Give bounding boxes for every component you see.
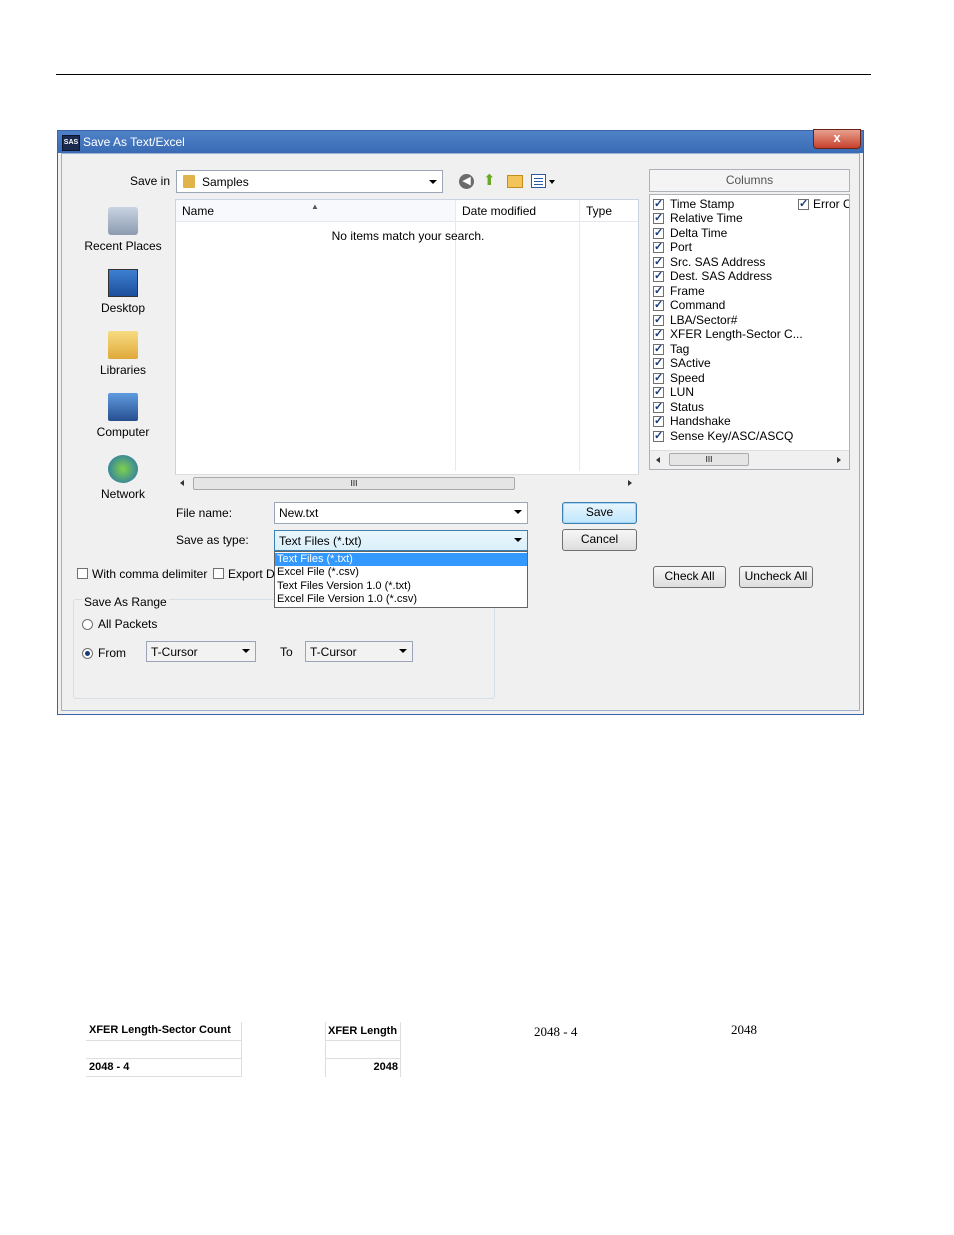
- recent-places-icon: [108, 207, 138, 235]
- type-option[interactable]: Text Files Version 1.0 (*.txt): [275, 580, 527, 593]
- scroll-thumb[interactable]: III: [193, 477, 515, 490]
- table1-rule: [86, 1076, 242, 1077]
- chevron-down-icon[interactable]: [514, 538, 522, 542]
- save-in-dropdown[interactable]: Samples: [176, 170, 443, 193]
- place-label: Recent Places: [84, 239, 162, 253]
- column-header-type[interactable]: Type: [580, 200, 638, 222]
- type-option[interactable]: Text Files (*.txt): [275, 553, 527, 566]
- scroll-right-icon[interactable]: [837, 457, 841, 463]
- scroll-left-icon[interactable]: [180, 480, 184, 486]
- place-label: Network: [100, 487, 145, 501]
- column-header-date-modified[interactable]: Date modified: [456, 200, 580, 222]
- columns-header: Columns: [649, 169, 850, 192]
- place-recent-places[interactable]: Recent Places: [75, 207, 171, 253]
- save-button[interactable]: Save: [562, 502, 637, 524]
- table1-value: 2048 - 4: [89, 1061, 130, 1073]
- new-folder-icon[interactable]: [507, 175, 523, 188]
- from-value: T-Cursor: [151, 645, 198, 659]
- from-dropdown[interactable]: T-Cursor: [146, 641, 256, 662]
- save-in-label: Save in: [130, 174, 171, 188]
- save-as-range-title: Save As Range: [82, 595, 169, 609]
- all-packets-radio[interactable]: [82, 619, 93, 630]
- file-name-input[interactable]: New.txt: [274, 502, 528, 524]
- save-in-value: Samples: [202, 175, 249, 189]
- desktop-icon: [108, 269, 138, 297]
- cancel-button[interactable]: Cancel: [562, 529, 637, 551]
- place-computer[interactable]: Computer: [75, 393, 171, 439]
- view-chevron-icon[interactable]: [549, 180, 555, 184]
- table2-header: XFER Length: [328, 1025, 398, 1037]
- view-menu-icon[interactable]: [531, 174, 546, 188]
- to-dropdown[interactable]: T-Cursor: [305, 641, 413, 662]
- all-packets-label: All Packets: [98, 617, 158, 631]
- libraries-icon: [108, 331, 138, 359]
- top-rule: [56, 74, 871, 75]
- chevron-down-icon[interactable]: [514, 510, 522, 514]
- to-label: To: [280, 645, 293, 659]
- save-as-type-options: Text Files (*.txt) Excel File (*.csv) Te…: [274, 551, 528, 608]
- place-label: Desktop: [100, 301, 146, 315]
- columns-list[interactable]: Time Stamp Error O Relative Time Delta T…: [649, 194, 850, 470]
- chevron-down-icon: [429, 180, 437, 184]
- place-label: Libraries: [99, 363, 147, 377]
- table2-rule: [325, 1040, 401, 1041]
- export-checkbox[interactable]: [213, 568, 224, 579]
- place-libraries[interactable]: Libraries: [75, 331, 171, 377]
- table2-value: 2048: [373, 1061, 398, 1073]
- dialog-title: Save As Text/Excel: [83, 135, 185, 149]
- file-name-value: New.txt: [279, 506, 319, 520]
- sector-count-text: 2048 - 4: [534, 1024, 578, 1039]
- computer-icon: [108, 393, 138, 421]
- type-option[interactable]: Excel File (*.csv): [275, 566, 527, 579]
- comma-delimiter-checkbox[interactable]: [77, 568, 88, 579]
- empty-message: No items match your search.: [331, 229, 485, 243]
- file-list[interactable]: Name ▲ Date modified Type No items match…: [175, 199, 639, 492]
- file-list-scrollbar[interactable]: III: [175, 474, 639, 492]
- type-option[interactable]: Excel File Version 1.0 (*.csv): [275, 593, 527, 606]
- uncheck-all-button[interactable]: Uncheck All: [739, 566, 813, 588]
- table2-rule: [400, 1022, 401, 1077]
- from-label: From: [98, 646, 126, 660]
- table1-rule: [86, 1058, 242, 1059]
- chevron-down-icon[interactable]: [242, 649, 250, 653]
- up-folder-icon[interactable]: ⬆: [483, 173, 499, 189]
- table1-header: XFER Length-Sector Count: [89, 1024, 231, 1036]
- places-bar: Recent Places Desktop Libraries Computer…: [75, 199, 173, 509]
- sort-up-icon: ▲: [311, 202, 319, 211]
- scroll-thumb[interactable]: III: [669, 453, 749, 466]
- comma-delimiter-label: With comma delimiter: [92, 567, 208, 581]
- place-label: Computer: [96, 425, 150, 439]
- scroll-left-icon[interactable]: [656, 457, 660, 463]
- save-as-type-value: Text Files (*.txt): [279, 534, 362, 548]
- title-bar: SAS Save As Text/Excel x: [58, 129, 863, 153]
- folder-icon: [183, 175, 195, 188]
- app-icon: SAS: [62, 135, 80, 151]
- from-radio[interactable]: [82, 648, 93, 659]
- scroll-right-icon[interactable]: [628, 480, 632, 486]
- save-as-type-dropdown[interactable]: Text Files (*.txt): [274, 530, 528, 551]
- to-value: T-Cursor: [310, 645, 357, 659]
- table1-rule: [86, 1040, 242, 1041]
- export-label: Export D: [228, 567, 275, 581]
- chevron-down-icon[interactable]: [399, 649, 407, 653]
- save-as-type-label: Save as type:: [176, 533, 249, 547]
- network-icon: [108, 455, 138, 483]
- close-button[interactable]: x: [813, 129, 861, 149]
- xfer-length-text: 2048: [731, 1022, 757, 1037]
- columns-scrollbar[interactable]: III: [650, 450, 849, 469]
- back-icon[interactable]: ◀: [459, 174, 474, 189]
- table2-rule: [325, 1058, 401, 1059]
- file-name-label: File name:: [176, 506, 233, 520]
- check-all-button[interactable]: Check All: [653, 566, 726, 588]
- place-network[interactable]: Network: [75, 455, 171, 501]
- place-desktop[interactable]: Desktop: [75, 269, 171, 315]
- save-as-dialog: SAS Save As Text/Excel x Save in Samples…: [57, 129, 864, 715]
- table1-rule: [241, 1022, 242, 1077]
